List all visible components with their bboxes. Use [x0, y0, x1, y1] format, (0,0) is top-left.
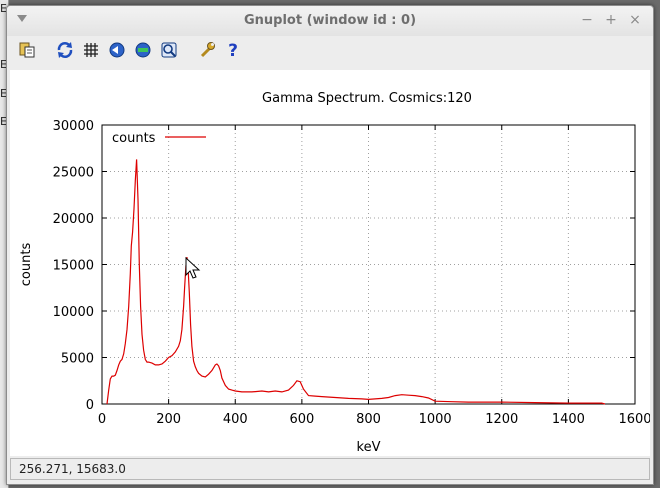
- unzoom-icon: [109, 42, 125, 58]
- grid-lines: [102, 125, 635, 404]
- copy-clipboard-icon: [19, 42, 35, 58]
- legend-label: counts: [112, 131, 156, 146]
- svg-text:?: ?: [228, 41, 238, 59]
- gnuplot-window: Gnuplot (window id : 0) − + × ? Gamma Sp…: [6, 5, 654, 485]
- y-axis-label: counts: [19, 243, 34, 287]
- maximize-button[interactable]: +: [603, 12, 619, 28]
- y-tick-label: 0: [86, 398, 94, 413]
- toolbar: ?: [7, 36, 653, 66]
- y-tick-label: 30000: [53, 119, 94, 134]
- gamma-spectrum-chart: Gamma Spectrum. Cosmics:120 0 200 400 600 80…: [19, 91, 652, 455]
- series-line-counts: [106, 159, 606, 405]
- chart-title: Gamma Spectrum. Cosmics:120: [262, 91, 472, 106]
- x-tick-label: 1200: [485, 412, 518, 427]
- x-tick-label: 800: [356, 412, 381, 427]
- window-title: Gnuplot (window id : 0): [243, 13, 417, 28]
- y-tick-label: 15000: [53, 259, 94, 274]
- help-button[interactable]: ?: [223, 40, 243, 60]
- y-tick-label: 20000: [53, 212, 94, 227]
- cursor-coordinates: 256.271, 15683.0: [19, 462, 126, 476]
- copy-clipboard-button[interactable]: [17, 40, 37, 60]
- y-tick-label: 25000: [53, 166, 94, 181]
- plot-frame: [101, 124, 636, 405]
- replot-icon: [57, 42, 73, 58]
- settings-button[interactable]: [197, 40, 217, 60]
- x-tick-label: 1400: [552, 412, 585, 427]
- grid-button[interactable]: [81, 40, 101, 60]
- settings-wrench-icon: [200, 42, 215, 58]
- rezoom-icon: [135, 42, 151, 58]
- rezoom-button[interactable]: [133, 40, 153, 60]
- help-icon: ?: [228, 41, 238, 59]
- grid-icon: [84, 43, 98, 57]
- x-axis-label: keV: [357, 440, 381, 455]
- y-tick-label: 10000: [53, 305, 94, 320]
- plot-canvas[interactable]: Gamma Spectrum. Cosmics:120 0 200 400 600 80…: [10, 70, 652, 456]
- title-bar[interactable]: Gnuplot (window id : 0) − + ×: [7, 6, 653, 36]
- zoom-icon: [161, 42, 177, 58]
- x-tick-label: 1600: [618, 412, 650, 427]
- unzoom-button[interactable]: [107, 40, 127, 60]
- legend: counts: [112, 131, 206, 146]
- zoom-button[interactable]: [159, 40, 179, 60]
- x-tick-label: 0: [98, 412, 106, 427]
- x-tick-label: 600: [289, 412, 314, 427]
- x-tick-label: 1000: [419, 412, 452, 427]
- close-button[interactable]: ×: [627, 12, 643, 28]
- x-tick-label: 400: [223, 412, 248, 427]
- status-bar: 256.271, 15683.0: [10, 458, 650, 480]
- replot-button[interactable]: [55, 40, 75, 60]
- axis-ticks: 0 200 400 600 800 1000 1200 1400 1600 0 5000 10000 1…: [53, 119, 652, 427]
- x-tick-label: 200: [156, 412, 181, 427]
- y-tick-label: 5000: [61, 352, 94, 367]
- minimize-button[interactable]: −: [579, 12, 595, 28]
